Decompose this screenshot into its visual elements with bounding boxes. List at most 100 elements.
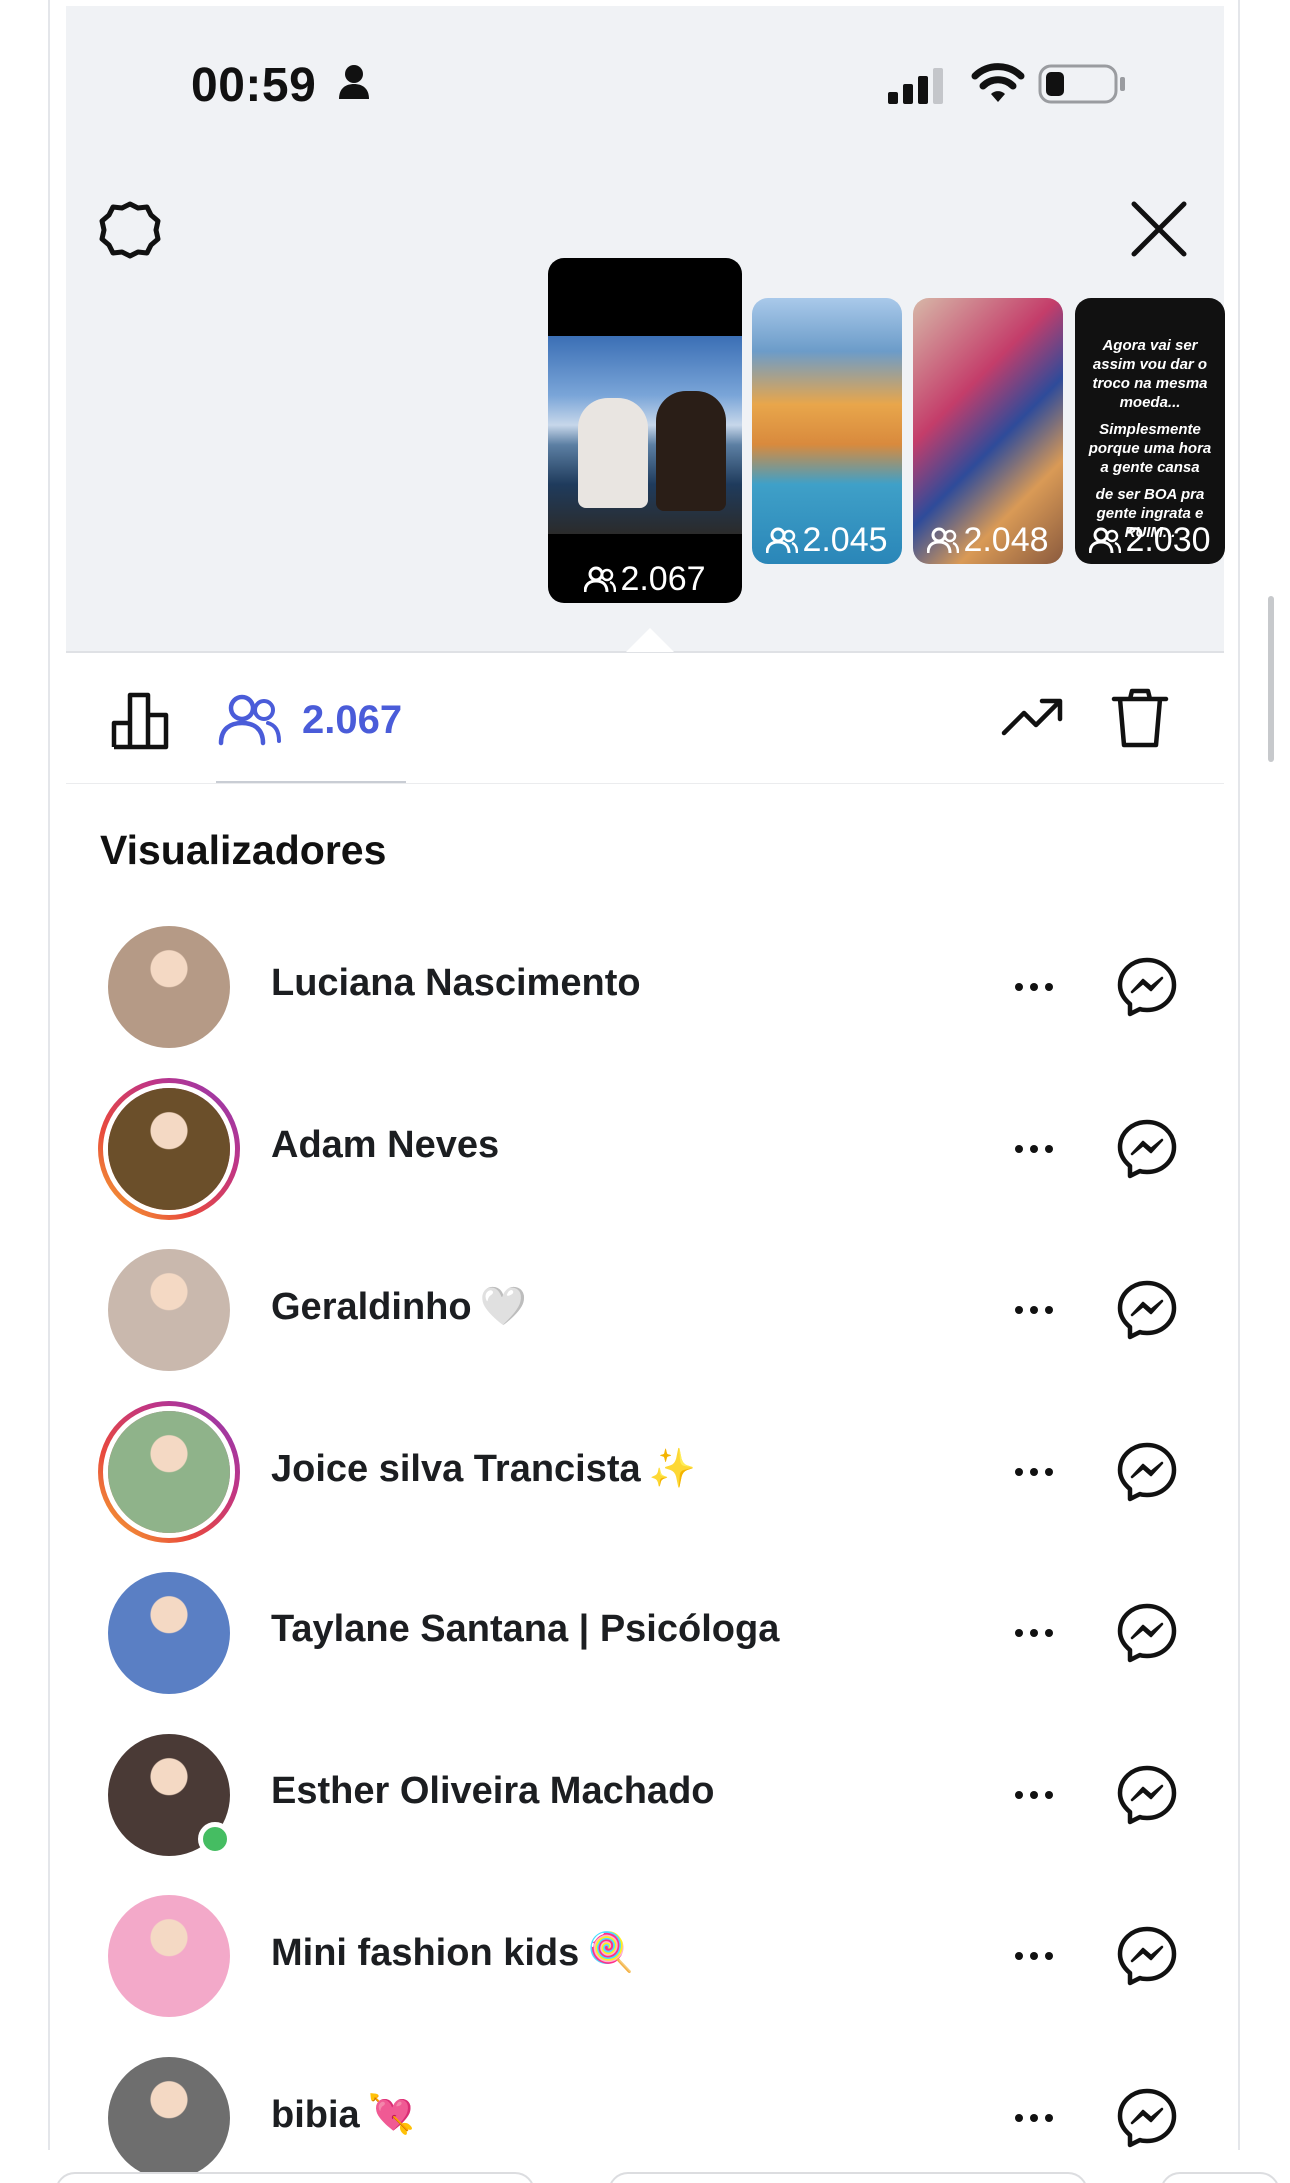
frame-border-left (48, 0, 50, 2150)
more-dot (1015, 1144, 1023, 1153)
story-viewer-count: 2.067 (548, 560, 742, 599)
story-text: Agora vai ser assim vou dar o troco na m… (1088, 337, 1212, 541)
people-icon (766, 527, 799, 553)
bottom-control-2[interactable] (608, 2172, 1088, 2183)
avatar[interactable] (108, 1895, 230, 2017)
viewer-row[interactable]: Adam Neves (66, 1068, 1224, 1230)
more-horizontal-icon[interactable] (1006, 1287, 1062, 1333)
story-thumbnail-3[interactable]: 2.048 (913, 298, 1063, 564)
viewer-name[interactable]: Esther Oliveira Machado (271, 1770, 715, 1813)
section-title: Visualizadores (100, 827, 387, 873)
bottom-control-1[interactable] (55, 2172, 535, 2183)
viewer-tabs: 2.067 (66, 653, 1224, 784)
avatar-story-ring (98, 1077, 240, 1220)
messenger-icon[interactable] (1116, 1764, 1178, 1826)
messenger-icon[interactable] (1116, 1279, 1178, 1341)
story-thumbnail-2[interactable]: 2.045 (752, 298, 902, 564)
viewer-name-emoji: 💘 (367, 2093, 416, 2136)
more-dot (1030, 1790, 1038, 1799)
close-icon[interactable] (1128, 198, 1190, 260)
more-horizontal-icon[interactable] (1006, 1772, 1062, 1818)
wifi-icon (971, 63, 1025, 102)
gear-icon[interactable] (98, 198, 162, 262)
online-status-dot (198, 1821, 232, 1856)
avatar[interactable] (108, 2056, 230, 2179)
viewer-row[interactable]: Taylane Santana | Psicóloga (66, 1552, 1224, 1714)
story-thumbnail-4[interactable]: Agora vai ser assim vou dar o troco na m… (1075, 298, 1225, 564)
avatar-image (108, 2056, 230, 2179)
more-horizontal-icon[interactable] (1006, 964, 1062, 1010)
avatar-image (108, 1895, 230, 2017)
status-time: 00:59 (191, 59, 317, 112)
viewer-name-emoji: 🍭 (587, 1932, 635, 1974)
messenger-icon[interactable] (1116, 956, 1178, 1018)
avatar[interactable] (108, 1572, 230, 1694)
viewer-name[interactable]: Joice silva Trancista ✨ (271, 1447, 696, 1491)
avatar[interactable] (108, 926, 230, 1048)
trash-icon[interactable] (1110, 687, 1170, 749)
trending-up-icon[interactable] (1000, 693, 1064, 739)
more-dot (1030, 1467, 1038, 1476)
more-dot (1045, 1629, 1053, 1637)
avatar[interactable] (108, 1733, 232, 1856)
people-icon (1089, 527, 1122, 553)
more-horizontal-icon[interactable] (1006, 1126, 1062, 1172)
more-dot (1015, 1629, 1023, 1637)
scrollbar[interactable] (1268, 596, 1274, 762)
more-dot (1045, 1467, 1053, 1476)
viewer-row[interactable]: Joice silva Trancista ✨ (66, 1391, 1224, 1553)
frame-border-right (1238, 0, 1240, 2150)
more-horizontal-icon[interactable] (1006, 1449, 1062, 1495)
selected-story-pointer (626, 628, 674, 652)
avatar-image (108, 1572, 230, 1694)
viewer-name[interactable]: Adam Neves (271, 1124, 499, 1167)
viewer-row[interactable]: Luciana Nascimento (66, 906, 1224, 1068)
story-viewer-count: 2.030 (1075, 521, 1225, 560)
messenger-icon[interactable] (1116, 1118, 1178, 1180)
bottom-control-3[interactable] (1160, 2172, 1280, 2183)
more-dot (1030, 1306, 1038, 1314)
more-dot (1015, 1790, 1023, 1799)
viewer-list: Luciana Nascimento Adam Neves Geraldinho 🤍 J… (66, 906, 1224, 2183)
person-fill-icon (339, 65, 369, 99)
tabs-divider (66, 783, 1224, 784)
avatar-story-ring (98, 1400, 240, 1543)
more-horizontal-icon[interactable] (1006, 2095, 1062, 2141)
messenger-icon[interactable] (1116, 1441, 1178, 1503)
avatar[interactable] (98, 1077, 240, 1220)
more-dot (1045, 1306, 1053, 1314)
cellular-signal-icon (888, 68, 943, 104)
battery-low-icon (1038, 64, 1125, 104)
viewer-row[interactable]: bibia 💘 (66, 2037, 1224, 2183)
viewers-tab-count[interactable]: 2.067 (302, 698, 402, 743)
more-dot (1045, 1952, 1053, 1960)
more-dot (1015, 2113, 1023, 2122)
more-dot (1030, 983, 1038, 991)
viewer-name[interactable]: Taylane Santana | Psicóloga (271, 1608, 779, 1651)
people-icon[interactable] (218, 693, 282, 747)
viewer-name[interactable]: Geraldinho 🤍 (271, 1285, 527, 1329)
viewer-row[interactable]: Mini fashion kids 🍭 (66, 1875, 1224, 2037)
messenger-icon[interactable] (1116, 2087, 1178, 2149)
more-horizontal-icon[interactable] (1006, 1610, 1062, 1656)
viewer-row[interactable]: Geraldinho 🤍 (66, 1229, 1224, 1391)
story-thumbnail-1[interactable]: 2.067 (548, 258, 742, 603)
viewer-name[interactable]: Mini fashion kids 🍭 (271, 1931, 635, 1975)
messenger-icon[interactable] (1116, 1602, 1178, 1664)
story-viewers-screen: 00:59 2.067 2.045 2.048 Agora vai ser as… (0, 0, 1290, 2183)
story-viewer-count: 2.048 (913, 521, 1063, 560)
viewer-name[interactable]: bibia 💘 (271, 2093, 415, 2137)
avatar[interactable] (98, 1400, 240, 1543)
more-dot (1030, 2113, 1038, 2122)
bar-chart-icon[interactable] (110, 689, 172, 751)
viewer-row[interactable]: Esther Oliveira Machado (66, 1714, 1224, 1876)
avatar[interactable] (108, 1249, 230, 1371)
more-dot (1045, 2113, 1053, 2122)
more-dot (1015, 1467, 1023, 1476)
people-icon (927, 527, 960, 553)
more-horizontal-icon[interactable] (1006, 1933, 1062, 1979)
more-dot (1030, 1629, 1038, 1637)
messenger-icon[interactable] (1116, 1925, 1178, 1987)
viewer-name[interactable]: Luciana Nascimento (271, 962, 641, 1005)
status-bar: 00:59 (66, 50, 1224, 120)
